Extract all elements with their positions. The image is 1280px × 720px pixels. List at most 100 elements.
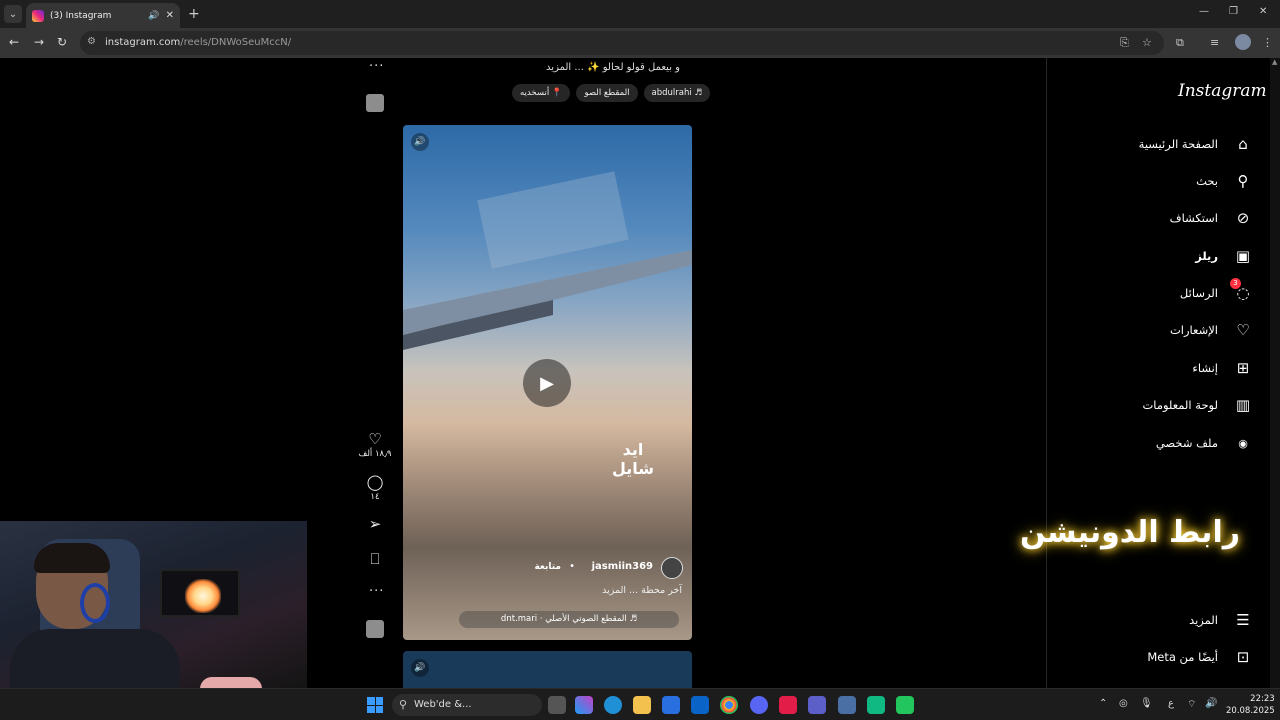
tab-search-button[interactable]: ⌄: [4, 5, 22, 23]
author-avatar[interactable]: [661, 557, 683, 579]
discord-icon[interactable]: [750, 696, 768, 714]
media-control-icon[interactable]: ≡: [1210, 36, 1219, 49]
sidebar-item-dashboard[interactable]: لوحة المعلومات ▥: [1142, 393, 1254, 417]
more-options-icon[interactable]: ···: [369, 584, 384, 599]
sidebar-item-search[interactable]: بحث ⚲: [1196, 169, 1254, 193]
new-tab-button[interactable]: +: [188, 6, 200, 22]
sidebar-item-messages[interactable]: الرسائل ◌ 3: [1179, 278, 1254, 305]
task-view-icon[interactable]: [548, 696, 566, 714]
taskbar-search[interactable]: ⚲ Web'de &...: [392, 694, 542, 716]
tab-close-icon[interactable]: ✕: [166, 10, 174, 21]
meta-apps-icon: ⊡: [1236, 648, 1250, 666]
reload-button[interactable]: ↻: [57, 35, 67, 49]
url-text: instagram.com/reels/DNWoSeuMccN/: [105, 37, 292, 48]
address-bar[interactable]: ⚙ instagram.com/reels/DNWoSeuMccN/ ⎘ ☆: [80, 31, 1164, 55]
reel-author-row: jasmiin369 • متابعة: [503, 557, 683, 579]
outlook-icon[interactable]: [691, 696, 709, 714]
sidebar-item-reels[interactable]: ريلز ▣: [1195, 244, 1254, 268]
tray-app-icon[interactable]: ◎: [1119, 698, 1128, 709]
sidebar-item-explore[interactable]: استكشاف ⊘: [1170, 206, 1254, 230]
tab-audio-icon[interactable]: 🔊: [148, 11, 159, 21]
follow-button[interactable]: متابعة: [534, 562, 561, 572]
teams-icon[interactable]: [808, 696, 826, 714]
reel-caption[interactable]: آخر محطة ... المزيد: [602, 585, 682, 596]
prev-reel-caption[interactable]: و بيعمل قولو لحالو ✨ ... المزيد: [546, 62, 680, 73]
instagram-logo[interactable]: Instagram: [1178, 81, 1267, 101]
reel-video[interactable]: 🔊 ▶ ايد شايل jasmiin369 • متابعة آخر محط…: [403, 125, 692, 640]
reels-icon: ▣: [1235, 247, 1251, 265]
audio-title-chip[interactable]: المقطع الصو: [576, 84, 638, 102]
tab-instagram[interactable]: (3) Instagram 🔊 ✕: [26, 3, 180, 28]
store-icon[interactable]: [662, 696, 680, 714]
prev-audio-thumb[interactable]: [366, 94, 384, 112]
sidebar-item-label: الصفحة الرئيسية: [1138, 137, 1218, 151]
site-info-icon[interactable]: ⚙: [87, 36, 96, 47]
audio-pill[interactable]: ♬ المقطع الصوتي الأصلي · dnt.mari: [459, 611, 679, 628]
sidebar-item-home[interactable]: الصفحة الرئيسية ⌂: [1139, 132, 1254, 156]
file-explorer-icon[interactable]: [633, 696, 651, 714]
audio-thumb[interactable]: [366, 620, 384, 638]
audio-chip[interactable]: ♬ abdulrahi: [643, 84, 711, 102]
webcam-overlay: [0, 521, 307, 688]
sidebar-item-profile[interactable]: ملف شخصي ◉: [1156, 431, 1254, 455]
extensions-icon[interactable]: ⧉: [1176, 36, 1184, 50]
separator-dot: •: [569, 561, 575, 572]
sidebar-item-label: ملف شخصي: [1155, 436, 1218, 450]
share-action[interactable]: ➢: [358, 515, 392, 533]
save-action[interactable]: ⎕: [358, 550, 392, 568]
send-icon[interactable]: ➢: [358, 515, 392, 533]
profile-avatar[interactable]: [1235, 34, 1251, 50]
taskbar-clock[interactable]: 22:23 20.08.2025: [1226, 693, 1275, 717]
headset-icon: [80, 583, 110, 623]
copilot-icon[interactable]: [575, 696, 593, 714]
like-count: ١٨٫٩ ألف: [358, 449, 392, 459]
app-icon[interactable]: [838, 696, 856, 714]
install-app-icon[interactable]: ⎘: [1120, 36, 1129, 50]
wifi-icon[interactable]: ⌔: [1187, 698, 1196, 711]
close-window-button[interactable]: ✕: [1259, 6, 1267, 17]
tiktok-icon[interactable]: [779, 696, 797, 714]
next-mute-toggle-icon[interactable]: 🔊: [411, 659, 429, 677]
sidebar-item-create[interactable]: إنشاء ⊞: [1192, 356, 1254, 380]
heart-icon: ♡: [1236, 321, 1250, 339]
prev-reel-chips: ♬ abdulrahi المقطع الصو 📍 أنسخديه: [512, 84, 711, 102]
sidebar-item-also-from-meta[interactable]: أيضًا من Meta ⊡: [1147, 645, 1254, 669]
video-overlay-text: ايد شايل: [611, 440, 655, 478]
edge-icon[interactable]: [604, 696, 622, 714]
microphone: [200, 677, 262, 688]
scroll-up-icon[interactable]: ▲: [1272, 58, 1278, 66]
bookmark-star-icon[interactable]: ☆: [1142, 36, 1152, 49]
prev-more-options-icon[interactable]: ···: [369, 59, 384, 74]
volume-icon[interactable]: 🔊: [1205, 698, 1217, 709]
comment-icon[interactable]: ◯: [358, 473, 392, 491]
scrollbar[interactable]: [1270, 58, 1280, 688]
back-button[interactable]: ←: [9, 35, 19, 49]
next-reel-video[interactable]: 🔊: [403, 651, 692, 691]
plus-square-icon: ⊞: [1236, 359, 1250, 377]
tray-overflow-icon[interactable]: ⌃: [1099, 698, 1107, 709]
language-indicator[interactable]: ع: [1168, 698, 1174, 709]
author-username[interactable]: jasmiin369: [592, 561, 653, 572]
sidebar-item-label: الإشعارات: [1169, 323, 1218, 337]
microphone-icon[interactable]: 🎙: [1140, 698, 1153, 709]
heart-icon[interactable]: ♡: [358, 430, 392, 448]
terminal-icon[interactable]: [896, 696, 914, 714]
location-chip[interactable]: 📍 أنسخديه: [512, 84, 571, 102]
mute-toggle-icon[interactable]: 🔊: [411, 133, 429, 151]
sidebar-item-notifications[interactable]: الإشعارات ♡: [1170, 318, 1254, 342]
comment-action[interactable]: ◯ ١٤: [358, 473, 392, 502]
minimize-button[interactable]: —: [1199, 6, 1209, 17]
menu-icon[interactable]: ⋮: [1262, 36, 1273, 49]
restore-button[interactable]: ❐: [1229, 6, 1238, 17]
search-icon: ⚲: [399, 698, 408, 711]
chrome-icon[interactable]: [720, 696, 738, 714]
like-action[interactable]: ♡ ١٨٫٩ ألف: [358, 430, 392, 459]
sidebar-item-more[interactable]: المزيد ☰: [1189, 608, 1254, 632]
bookmark-icon[interactable]: ⎕: [358, 550, 392, 568]
forward-button[interactable]: →: [34, 35, 44, 49]
play-icon[interactable]: ▶: [523, 359, 571, 407]
sidebar-item-label: الرسائل: [1179, 286, 1218, 300]
streaming-app-icon[interactable]: [867, 696, 885, 714]
windows-start-icon[interactable]: [367, 697, 383, 713]
dashboard-icon: ▥: [1235, 396, 1251, 414]
